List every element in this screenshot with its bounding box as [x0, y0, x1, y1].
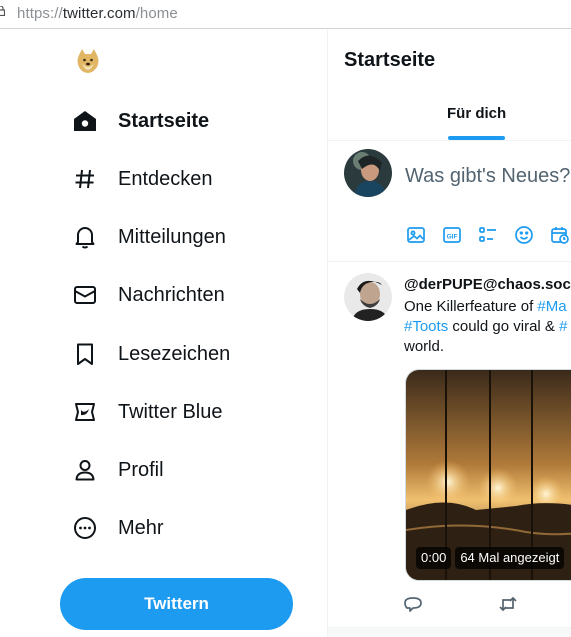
post-text: One Killerfeature of #Ma #Toots could go… [404, 297, 571, 357]
twitter-blue-icon [72, 399, 98, 425]
video-view-count: 64 Mal angezeigt [455, 547, 565, 569]
feed-separator [328, 627, 571, 637]
post-text-part: One Killerfeature of [404, 298, 538, 315]
sidebar: Startseite Entdecken Mitteilungen Nachri… [0, 29, 328, 637]
more-circle-icon [72, 515, 98, 541]
emoji-icon[interactable] [514, 225, 534, 245]
browser-url-bar[interactable]: https://twitter.com/home [0, 0, 571, 29]
post-video[interactable]: 0:00 64 Mal angezeigt [405, 369, 571, 581]
sidebar-item-label: Twitter Blue [118, 400, 223, 423]
person-icon [72, 457, 98, 483]
lock-icon [0, 6, 5, 16]
page-title: Startseite [344, 49, 436, 71]
svg-text:GIF: GIF [447, 233, 458, 240]
sidebar-item-lesezeichen[interactable]: Lesezeichen [60, 332, 242, 376]
sidebar-item-label: Startseite [118, 109, 210, 132]
image-icon[interactable] [406, 225, 426, 245]
url-text[interactable]: https://twitter.com/home [17, 5, 178, 22]
bookmark-icon [72, 341, 98, 367]
sidebar-item-twitter-blue[interactable]: Twitter Blue [60, 390, 234, 434]
envelope-icon [72, 282, 98, 308]
sidebar-item-mehr[interactable]: Mehr [60, 506, 176, 550]
sidebar-item-label: Nachrichten [118, 283, 225, 306]
tabs-divider [328, 140, 571, 141]
sidebar-item-label: Entdecken [118, 167, 213, 190]
retweet-icon[interactable] [498, 594, 518, 614]
post-text-part: world. [404, 338, 445, 355]
sidebar-item-label: Lesezeichen [118, 342, 231, 365]
doge-logo-icon[interactable] [74, 47, 102, 75]
sidebar-item-entdecken[interactable]: Entdecken [60, 157, 225, 201]
home-icon [72, 108, 98, 134]
post-text-part: could go viral & [448, 318, 560, 335]
user-avatar[interactable] [344, 149, 392, 197]
video-badges: 0:00 64 Mal angezeigt [416, 547, 565, 569]
main-timeline: Startseite Für dich Was gibt's Neues? GI… [328, 29, 571, 637]
hashtag-link[interactable]: #Ma [537, 298, 566, 315]
sidebar-item-label: Profil [118, 458, 164, 481]
bell-icon [72, 224, 98, 250]
video-timestamp: 0:00 [416, 547, 452, 569]
compose-divider [328, 261, 571, 262]
hashtag-link[interactable]: # [559, 318, 567, 335]
sidebar-item-mitteilungen[interactable]: Mitteilungen [60, 215, 238, 259]
sidebar-item-label: Mitteilungen [118, 225, 226, 248]
url-path: /home [135, 5, 178, 22]
hashtag-link[interactable]: #Toots [404, 318, 448, 335]
sidebar-item-startseite[interactable]: Startseite [60, 99, 221, 143]
post-author[interactable]: @derPUPE@chaos.soci [404, 276, 571, 293]
post-author-avatar[interactable] [344, 273, 392, 321]
sidebar-item-nachrichten[interactable]: Nachrichten [60, 273, 237, 317]
gif-icon[interactable]: GIF [442, 225, 462, 245]
tweet-button[interactable]: Twittern [60, 578, 293, 630]
sidebar-item-profil[interactable]: Profil [60, 448, 176, 492]
sidebar-item-label: Mehr [118, 516, 164, 539]
url-scheme: https:// [17, 5, 63, 22]
schedule-icon[interactable] [550, 225, 570, 245]
compose-input[interactable]: Was gibt's Neues? [405, 165, 570, 188]
tab-fuer-dich[interactable]: Für dich [447, 105, 506, 122]
poll-icon[interactable] [478, 225, 498, 245]
hashtag-icon [72, 166, 98, 192]
url-domain: twitter.com [62, 5, 136, 22]
reply-icon[interactable] [403, 594, 423, 614]
